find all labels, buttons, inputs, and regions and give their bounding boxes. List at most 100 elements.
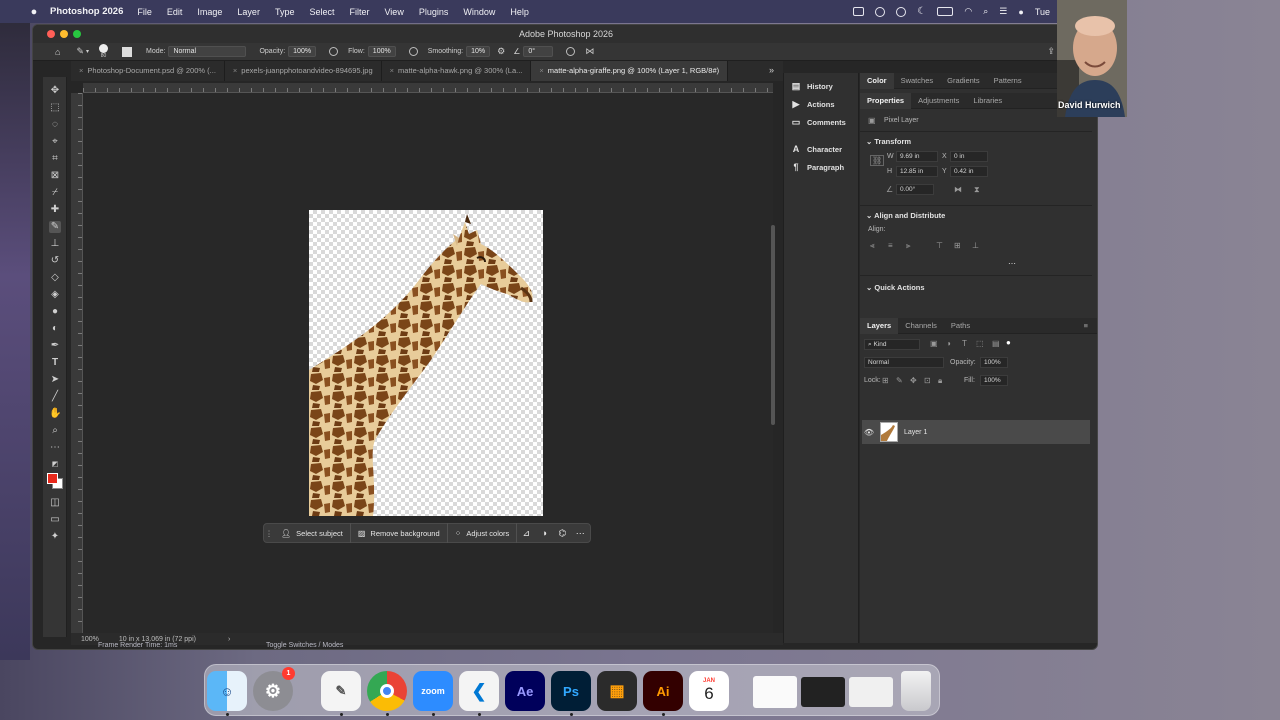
tab-patterns[interactable]: Patterns xyxy=(987,73,1029,89)
tab-paths[interactable]: Paths xyxy=(944,318,977,334)
adjust-colors-button[interactable]: ⁘ Adjust colors xyxy=(448,523,518,543)
quick-actions-section-header[interactable]: ⌄ Quick Actions xyxy=(866,283,925,292)
textedit-icon[interactable]: ✎ xyxy=(321,671,361,711)
recent-window-thumbnail[interactable] xyxy=(801,677,845,707)
align-middle-vertical-icon[interactable]: ⊞ xyxy=(954,241,961,250)
brush-tool-icon[interactable]: ✎ xyxy=(49,221,61,233)
generative-fill-icon[interactable]: ✦ xyxy=(49,531,61,543)
mask-icon[interactable]: ⊿ xyxy=(517,528,535,539)
hand-tool-icon[interactable]: ✋ xyxy=(49,408,61,420)
tab-channels[interactable]: Channels xyxy=(898,318,944,334)
eyedropper-tool-icon[interactable]: ⌿ xyxy=(49,187,61,199)
flip-horizontal-icon[interactable]: ⧓ xyxy=(954,185,962,194)
smoothing-settings-gear-icon[interactable]: ⚙ xyxy=(497,46,505,57)
eye-visibility-icon[interactable]: 👁︎ xyxy=(862,428,876,437)
zoom-level[interactable]: 100% xyxy=(81,636,99,643)
vscode-icon[interactable]: ❮ xyxy=(459,671,499,711)
paragraph-panel-button[interactable]: ¶ Paragraph xyxy=(790,162,844,172)
symmetry-butterfly-icon[interactable]: ⋈ xyxy=(585,46,594,57)
quick-mask-icon[interactable]: ◫ xyxy=(49,497,61,509)
opacity-field[interactable]: 100% xyxy=(288,46,317,57)
tab-swatches[interactable]: Swatches xyxy=(894,73,941,89)
calendar-icon[interactable]: JAN 6 xyxy=(689,671,729,711)
align-top-icon[interactable]: ⊤ xyxy=(936,241,943,250)
close-tab-icon[interactable]: × xyxy=(233,66,237,75)
lock-transparent-pixels-icon[interactable]: ⊞ xyxy=(882,376,889,385)
screen-share-icon[interactable] xyxy=(853,7,865,16)
menu-image[interactable]: Image xyxy=(197,7,222,17)
close-window-button[interactable] xyxy=(47,30,55,38)
menubar-clock[interactable]: Tue xyxy=(1035,7,1050,17)
minimize-window-button[interactable] xyxy=(60,30,68,38)
tab-pexels-image[interactable]: × pexels-juanpphotoandvideo-894695.jpg xyxy=(225,61,382,81)
lock-image-pixels-icon[interactable]: ✎ xyxy=(896,376,903,385)
brush-angle-field[interactable]: 0° xyxy=(523,46,554,57)
paint-bucket-tool-icon[interactable]: ◈ xyxy=(49,289,61,301)
vertical-scrollbar[interactable] xyxy=(771,225,775,425)
tab-gradients[interactable]: Gradients xyxy=(940,73,987,89)
after-effects-icon[interactable]: Ae xyxy=(505,671,545,711)
default-colors-icon[interactable]: ◩ xyxy=(49,459,61,471)
layer-opacity-field[interactable]: 100% xyxy=(980,357,1008,368)
smoothing-field[interactable]: 10% xyxy=(466,46,491,57)
downloads-stack-thumbnail[interactable] xyxy=(849,677,893,707)
align-distribute-section-header[interactable]: ⌄ Align and Distribute xyxy=(866,211,945,220)
foreground-color-swatch[interactable] xyxy=(47,473,58,484)
type-tool-icon[interactable]: T xyxy=(49,357,61,369)
menu-file[interactable]: File xyxy=(137,7,152,17)
drag-handle-icon[interactable]: ⋮ xyxy=(264,529,274,538)
brush-settings-icon[interactable] xyxy=(122,46,132,57)
width-field[interactable]: 9.69 in xyxy=(896,151,938,162)
layers-panel-menu-icon[interactable]: ≡ xyxy=(1084,321,1088,330)
filter-toggle-icon[interactable]: ● xyxy=(1006,338,1011,347)
blur-tool-icon[interactable]: ● xyxy=(49,306,61,318)
menu-view[interactable]: View xyxy=(384,7,403,17)
history-brush-tool-icon[interactable]: ↺ xyxy=(49,255,61,267)
x-field[interactable]: 0 in xyxy=(950,151,988,162)
tab-photoshop-document[interactable]: × Photoshop-Document.psd @ 200% (... xyxy=(71,61,225,81)
line-tool-icon[interactable]: ╱ xyxy=(49,391,61,403)
close-tab-icon[interactable]: × xyxy=(539,66,543,75)
tab-libraries[interactable]: Libraries xyxy=(966,93,1009,109)
generative-icon[interactable]: ⌬ xyxy=(553,528,571,539)
comments-panel-button[interactable]: ▭ Comments xyxy=(790,117,846,128)
character-panel-button[interactable]: A Character xyxy=(790,144,842,154)
align-right-icon[interactable]: ⫸ xyxy=(906,241,911,251)
pressure-size-icon[interactable] xyxy=(566,47,576,56)
zoom-tool-icon[interactable]: ⌕ xyxy=(49,425,61,437)
app-menu[interactable]: Photoshop 2026 xyxy=(50,6,123,17)
control-center-icon[interactable]: ☰ xyxy=(999,6,1007,17)
tabs-overflow-icon[interactable]: » xyxy=(769,65,774,75)
lock-artboard-icon[interactable]: ⊡ xyxy=(924,376,931,385)
brush-preset-chevron-icon[interactable]: ▾ xyxy=(86,48,89,55)
wifi-icon[interactable]: ◠ xyxy=(964,6,972,17)
menu-filter[interactable]: Filter xyxy=(349,7,369,17)
spotlight-icon[interactable]: ⌕ xyxy=(983,6,988,17)
menu-window[interactable]: Window xyxy=(463,7,495,17)
dodge-tool-icon[interactable]: ◐ xyxy=(49,323,61,335)
layer-name[interactable]: Layer 1 xyxy=(904,429,927,436)
share-icon[interactable]: ⇪ xyxy=(1047,46,1055,57)
menu-layer[interactable]: Layer xyxy=(237,7,260,17)
rotation-field[interactable]: 0.00° xyxy=(896,184,934,195)
flow-field[interactable]: 100% xyxy=(367,46,396,57)
brush-size-preview[interactable]: 80 xyxy=(99,44,108,59)
calculator-icon[interactable]: ▦ xyxy=(597,671,637,711)
filter-adjustment-icon[interactable]: ◑ xyxy=(946,339,951,348)
more-options-icon[interactable]: ⋯ xyxy=(571,528,589,539)
layer-thumbnail[interactable] xyxy=(880,422,898,442)
clone-stamp-tool-icon[interactable]: ⊥ xyxy=(49,238,61,250)
layer-row[interactable]: 👁︎ Layer 1 xyxy=(862,420,1090,444)
healing-brush-tool-icon[interactable]: ✚ xyxy=(49,204,61,216)
tab-matte-alpha-giraffe[interactable]: × matte-alpha-giraffe.png @ 100% (Layer 1… xyxy=(531,61,729,81)
height-field[interactable]: 12.85 in xyxy=(896,166,938,177)
siri-icon[interactable]: ● xyxy=(1018,7,1023,17)
status-chevron-icon[interactable]: › xyxy=(228,636,230,643)
transform-section-header[interactable]: ⌄ Transform xyxy=(866,137,911,146)
brush-tool-icon[interactable]: ✎ xyxy=(76,46,84,57)
path-selection-tool-icon[interactable]: ➤ xyxy=(49,374,61,386)
select-subject-button[interactable]: 👤︎ Select subject xyxy=(274,523,351,543)
apple-menu-icon[interactable]: ● xyxy=(22,6,46,18)
illustrator-icon[interactable]: Ai xyxy=(643,671,683,711)
filter-smart-object-icon[interactable]: ▤ xyxy=(992,339,1000,348)
